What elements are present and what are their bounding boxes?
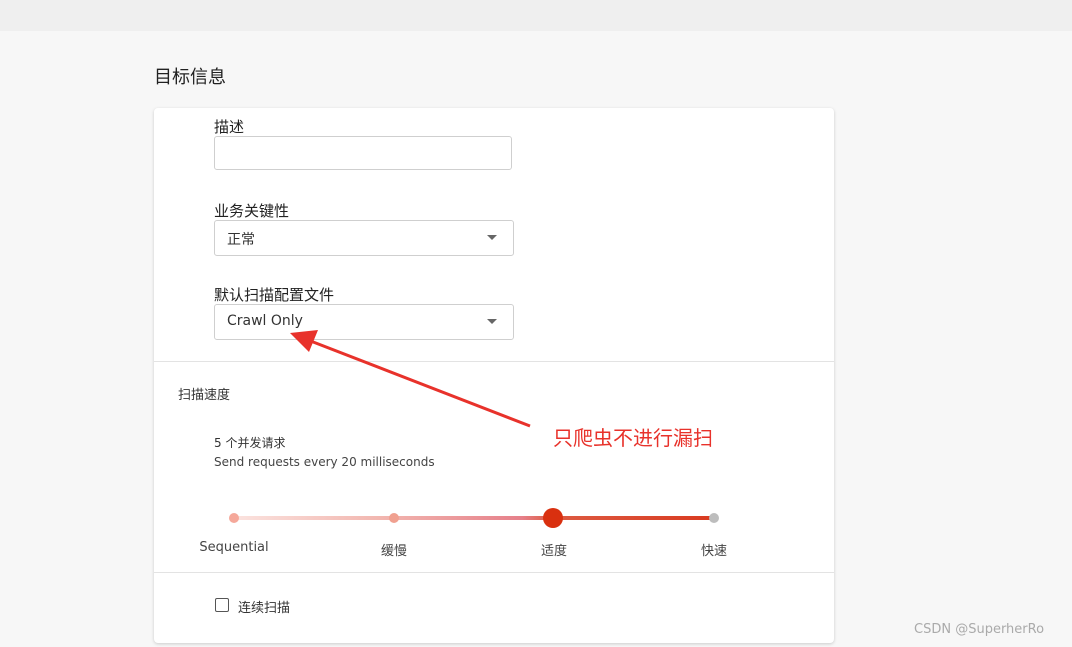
- annotation-text: 只爬虫不进行漏扫: [553, 426, 713, 450]
- annotation-arrow: [290, 330, 531, 428]
- annotation-arrow-line: [307, 338, 531, 428]
- watermark: CSDN @SuperherRo: [914, 622, 1045, 637]
